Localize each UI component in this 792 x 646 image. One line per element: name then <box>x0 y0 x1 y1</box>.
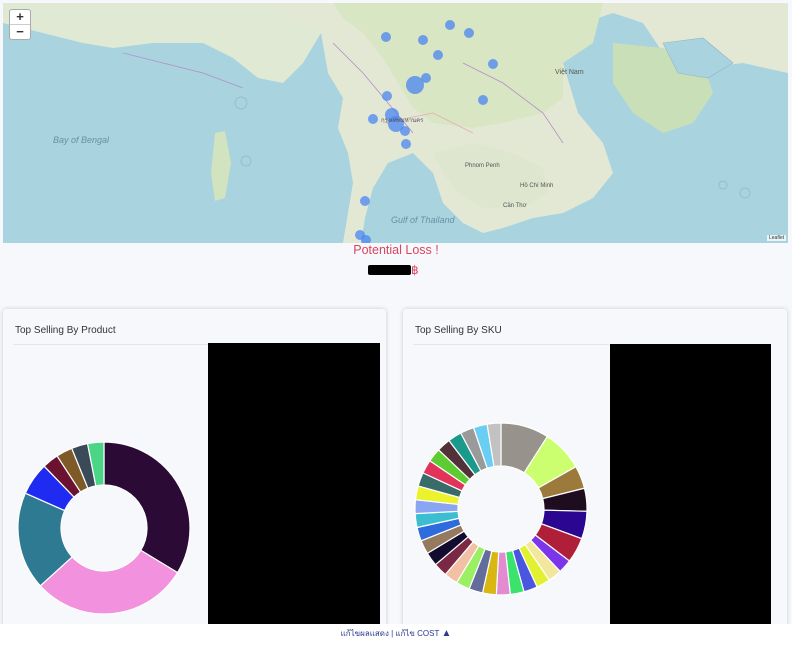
potential-loss-value: ฿ <box>368 263 419 277</box>
zoom-in-button[interactable]: + <box>10 10 30 24</box>
redacted-legend-panel <box>208 343 380 633</box>
map-attribution[interactable]: Leaflet <box>766 235 786 241</box>
potential-loss-title: Potential Loss ! <box>353 243 439 257</box>
zoom-out-button[interactable]: − <box>10 24 30 39</box>
map-label-ho-chi-minh: Hồ Chí Minh <box>520 183 554 189</box>
map-label-can-tho: Cần Thơ <box>503 203 527 209</box>
map-label-phnom-penh: Phnom Penh <box>465 163 500 169</box>
redacted-legend-panel <box>610 344 771 639</box>
scroll-up-icon[interactable]: ▲ <box>441 628 451 639</box>
top-selling-product-card: Top Selling By Product <box>3 309 386 639</box>
redacted-amount <box>368 265 411 275</box>
map[interactable]: Bay of Bengal Gulf of Thailand Việt Nam … <box>3 3 788 243</box>
edit-display-link[interactable]: แก้ไขผลแสดง <box>341 629 389 638</box>
map-label-bangkok: กรุงเทพมหานคร <box>381 118 424 124</box>
footer: แก้ไขผลแสดง | แก้ไข COST ▲ <box>0 624 792 646</box>
map-label-viet-nam: Việt Nam <box>555 69 584 76</box>
edit-cost-link[interactable]: แก้ไข COST <box>395 629 439 638</box>
product-donut-chart[interactable] <box>3 339 203 639</box>
top-selling-sku-card: Top Selling By SKU <box>403 309 787 639</box>
map-label-bay-of-bengal: Bay of Bengal <box>53 135 110 145</box>
product-donut-slice-1[interactable] <box>103 441 191 574</box>
zoom-control: + − <box>9 9 31 40</box>
sku-card-title: Top Selling By SKU <box>415 325 502 336</box>
sku-donut-chart[interactable] <box>403 339 603 639</box>
currency-symbol: ฿ <box>411 263 419 277</box>
map-label-gulf-of-thailand: Gulf of Thailand <box>391 215 455 225</box>
product-card-title: Top Selling By Product <box>15 325 116 336</box>
